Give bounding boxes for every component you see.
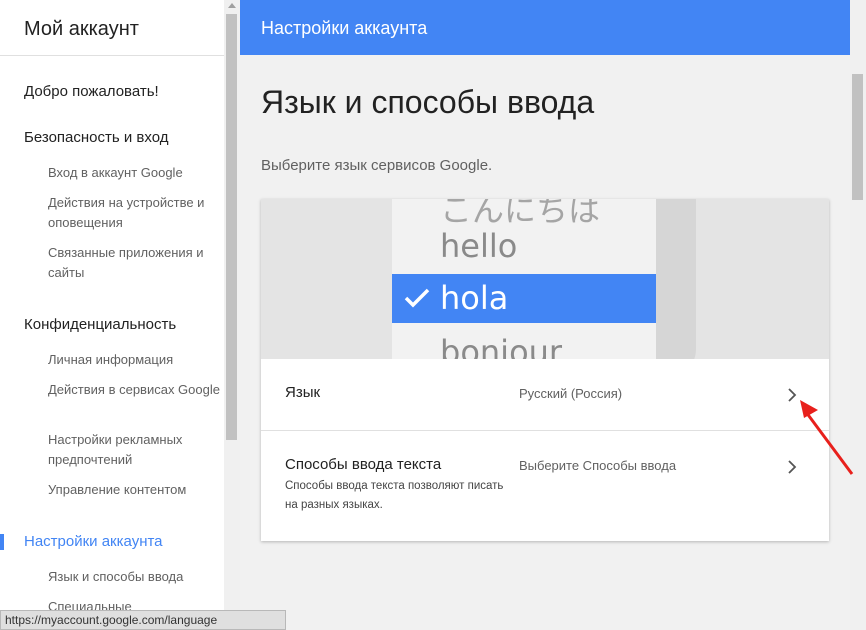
main-scrollbar-thumb[interactable] <box>852 74 863 200</box>
input-methods-value: Выберите Способы ввода <box>519 458 677 473</box>
input-methods-description: Способы ввода текста позволяют писать на… <box>285 480 504 511</box>
language-row[interactable]: Язык Русский (Россия) <box>261 359 829 431</box>
sidebar-section-privacy[interactable]: Конфиденциальность <box>24 316 176 333</box>
settings-card: こんにちは hello hola bonjour Язык Русский (Р… <box>261 199 829 541</box>
sidebar-section-account[interactable]: Настройки аккаунта <box>24 533 163 550</box>
status-bar-url: https://myaccount.google.com/language <box>0 610 286 630</box>
sidebar-section-security[interactable]: Безопасность и вход <box>24 129 168 146</box>
input-methods-row[interactable]: Способы ввода текста Способы ввода текст… <box>261 432 829 541</box>
input-methods-label: Способы ввода текста <box>285 456 442 473</box>
sidebar-item-connected-apps[interactable]: Связанные приложения и сайты <box>48 243 224 283</box>
check-icon <box>404 288 430 308</box>
illustration-word: hola <box>440 279 509 317</box>
sidebar-title[interactable]: Мой аккаунт <box>24 18 139 41</box>
sidebar-item-device-activity[interactable]: Действия на устройстве и оповещения <box>48 193 224 233</box>
header-bar: Настройки аккаунта <box>240 0 850 55</box>
sidebar-scrollbar-thumb[interactable] <box>226 14 237 440</box>
sidebar-item-ads-settings[interactable]: Настройки рекламных предпочтений <box>48 430 224 470</box>
illustration-panel: こんにちは hello hola bonjour <box>392 199 666 359</box>
sidebar-item-content-control[interactable]: Управление контентом <box>48 480 224 500</box>
scroll-up-icon[interactable] <box>228 3 236 8</box>
language-illustration: こんにちは hello hola bonjour <box>261 199 829 359</box>
illustration-word: hello <box>440 227 518 265</box>
language-label: Язык <box>285 384 321 401</box>
language-value: Русский (Россия) <box>519 386 623 401</box>
sidebar-item-language[interactable]: Язык и способы ввода <box>48 567 224 587</box>
sidebar-item-personal-info[interactable]: Личная информация <box>48 350 224 370</box>
illustration-selected-word: hola <box>392 274 666 323</box>
active-indicator <box>0 534 4 550</box>
illustration-curve <box>656 199 696 359</box>
sidebar-item-google-signin[interactable]: Вход в аккаунт Google <box>48 163 224 183</box>
header-title: Настройки аккаунта <box>261 18 428 38</box>
illustration-word: bonjour <box>440 333 563 359</box>
divider <box>0 55 224 56</box>
sidebar: Мой аккаунт Добро пожаловать! Безопаснос… <box>0 0 224 630</box>
sidebar-item-activity-controls[interactable]: Действия в сервисах Google <box>48 380 224 400</box>
page-subtitle: Выберите язык сервисов Google. <box>261 157 493 174</box>
sidebar-item-welcome[interactable]: Добро пожаловать! <box>24 83 159 100</box>
page-title: Язык и способы ввода <box>261 84 595 120</box>
annotation-arrow-icon <box>800 400 854 475</box>
